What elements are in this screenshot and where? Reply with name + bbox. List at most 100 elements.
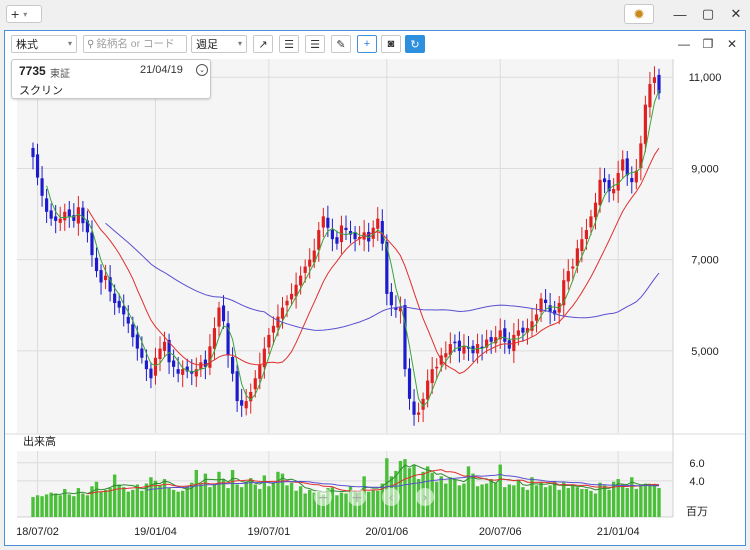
candle-body — [221, 305, 226, 322]
x-tick-label: 21/01/04 — [597, 526, 640, 538]
volume-bar — [294, 490, 298, 517]
volume-bar — [230, 469, 235, 517]
candle-body — [407, 368, 412, 399]
price-plot-area — [17, 59, 673, 433]
zoom-nav-chevron-right-button[interactable]: › — [416, 488, 434, 506]
chevron-down-circle-icon[interactable]: ⌄ — [196, 64, 208, 76]
volume-bar — [221, 479, 226, 517]
volume-bar — [448, 477, 453, 517]
candle-body — [521, 327, 525, 333]
volume-bar — [212, 483, 217, 517]
candle-body — [208, 346, 212, 368]
candle-body — [31, 147, 35, 158]
volume-bar — [484, 483, 489, 517]
volume-bar — [135, 484, 140, 517]
gear-icon: ✹ — [633, 5, 645, 22]
candle-body — [652, 77, 657, 83]
candle-body — [176, 369, 180, 374]
candle-body — [462, 346, 466, 354]
candle-body — [276, 316, 280, 328]
candle-body — [240, 400, 244, 406]
candle-body — [253, 378, 257, 390]
candle-body — [117, 300, 121, 308]
candle-body — [258, 364, 262, 379]
x-tick-label: 19/01/04 — [134, 526, 177, 538]
candle-body — [330, 229, 334, 240]
candle-body — [131, 324, 135, 338]
zoom-nav-chevron-left-button[interactable]: ‹ — [382, 488, 400, 506]
volume-bar — [149, 477, 153, 517]
volume-bar — [171, 489, 176, 517]
maximize-button[interactable]: ▢ — [694, 0, 722, 28]
volume-bar — [335, 495, 339, 517]
candle-body — [648, 84, 652, 108]
volume-bar — [602, 485, 607, 517]
candle-body — [140, 348, 144, 358]
candle-body — [54, 216, 58, 221]
volume-bar — [40, 496, 44, 517]
volume-bar — [258, 488, 262, 517]
volume-bar — [276, 471, 280, 517]
stock-chart[interactable]: 5,000 7,000 9,000 11,000 4.0 6.0 18/07/02 19/01… — [5, 31, 745, 545]
volume-tick-label: 4.0 — [689, 476, 704, 488]
volume-bar — [330, 487, 335, 517]
add-window-button[interactable]: + ▾ — [6, 5, 42, 23]
volume-bar — [552, 481, 557, 517]
candle-body — [571, 266, 575, 269]
volume-bar — [498, 464, 502, 517]
volume-bar — [439, 476, 443, 517]
minus-icon: − — [317, 490, 329, 506]
candle-body — [35, 154, 40, 178]
volume-bar — [607, 489, 611, 517]
candle-body — [516, 330, 520, 336]
market-label: 東証 — [50, 69, 70, 80]
candle-body — [45, 198, 49, 212]
candle-body — [416, 412, 421, 415]
volume-bar — [598, 482, 602, 517]
close-button[interactable]: ✕ — [722, 0, 750, 28]
candle-body — [63, 211, 67, 221]
app-window: + ▾ ✹ — ▢ ✕ 株式 ▾ ⚲ 週足 ▾ ↗ ☰ ☰ — [0, 0, 750, 550]
volume-bar — [298, 486, 303, 517]
volume-bar — [285, 485, 289, 517]
zoom-nav-minus-button[interactable]: − — [314, 488, 332, 506]
volume-bar — [648, 485, 652, 517]
volume-bar — [167, 488, 171, 517]
volume-bar — [85, 495, 90, 517]
volume-bar — [639, 485, 643, 517]
candle-body — [212, 328, 217, 349]
volume-bar — [249, 478, 253, 517]
candle-body — [285, 300, 289, 306]
volume-bar — [99, 491, 103, 517]
volume-bar — [407, 468, 412, 517]
candle-body — [335, 237, 339, 244]
volume-bar — [548, 485, 552, 517]
candle-body — [489, 337, 493, 342]
volume-bar — [208, 487, 212, 517]
volume-bar — [108, 488, 112, 517]
candle-body — [630, 177, 634, 183]
settings-button[interactable]: ✹ — [624, 4, 654, 24]
volume-bar — [35, 495, 40, 517]
candle-body — [289, 293, 294, 300]
volume-bar — [580, 488, 584, 517]
candle-body — [122, 306, 126, 315]
volume-bar — [593, 493, 598, 517]
candle-body — [643, 104, 647, 144]
candle-body — [67, 209, 71, 217]
x-tick-label: 20/07/06 — [479, 526, 522, 538]
candle-body — [566, 271, 570, 282]
volume-bar — [112, 474, 117, 517]
volume-bar — [67, 494, 71, 517]
volume-bar — [289, 482, 294, 517]
candle-body — [426, 380, 430, 400]
volume-bar — [235, 484, 239, 517]
info-date: 21/04/19 — [140, 64, 183, 76]
x-tick-label: 19/07/01 — [247, 526, 290, 538]
zoom-nav-plus-button[interactable]: + — [348, 488, 366, 506]
candle-body — [181, 369, 185, 375]
volume-bar — [634, 488, 639, 517]
volume-bar — [457, 485, 462, 517]
candle-body — [162, 341, 167, 351]
minimize-button[interactable]: — — [666, 0, 694, 28]
